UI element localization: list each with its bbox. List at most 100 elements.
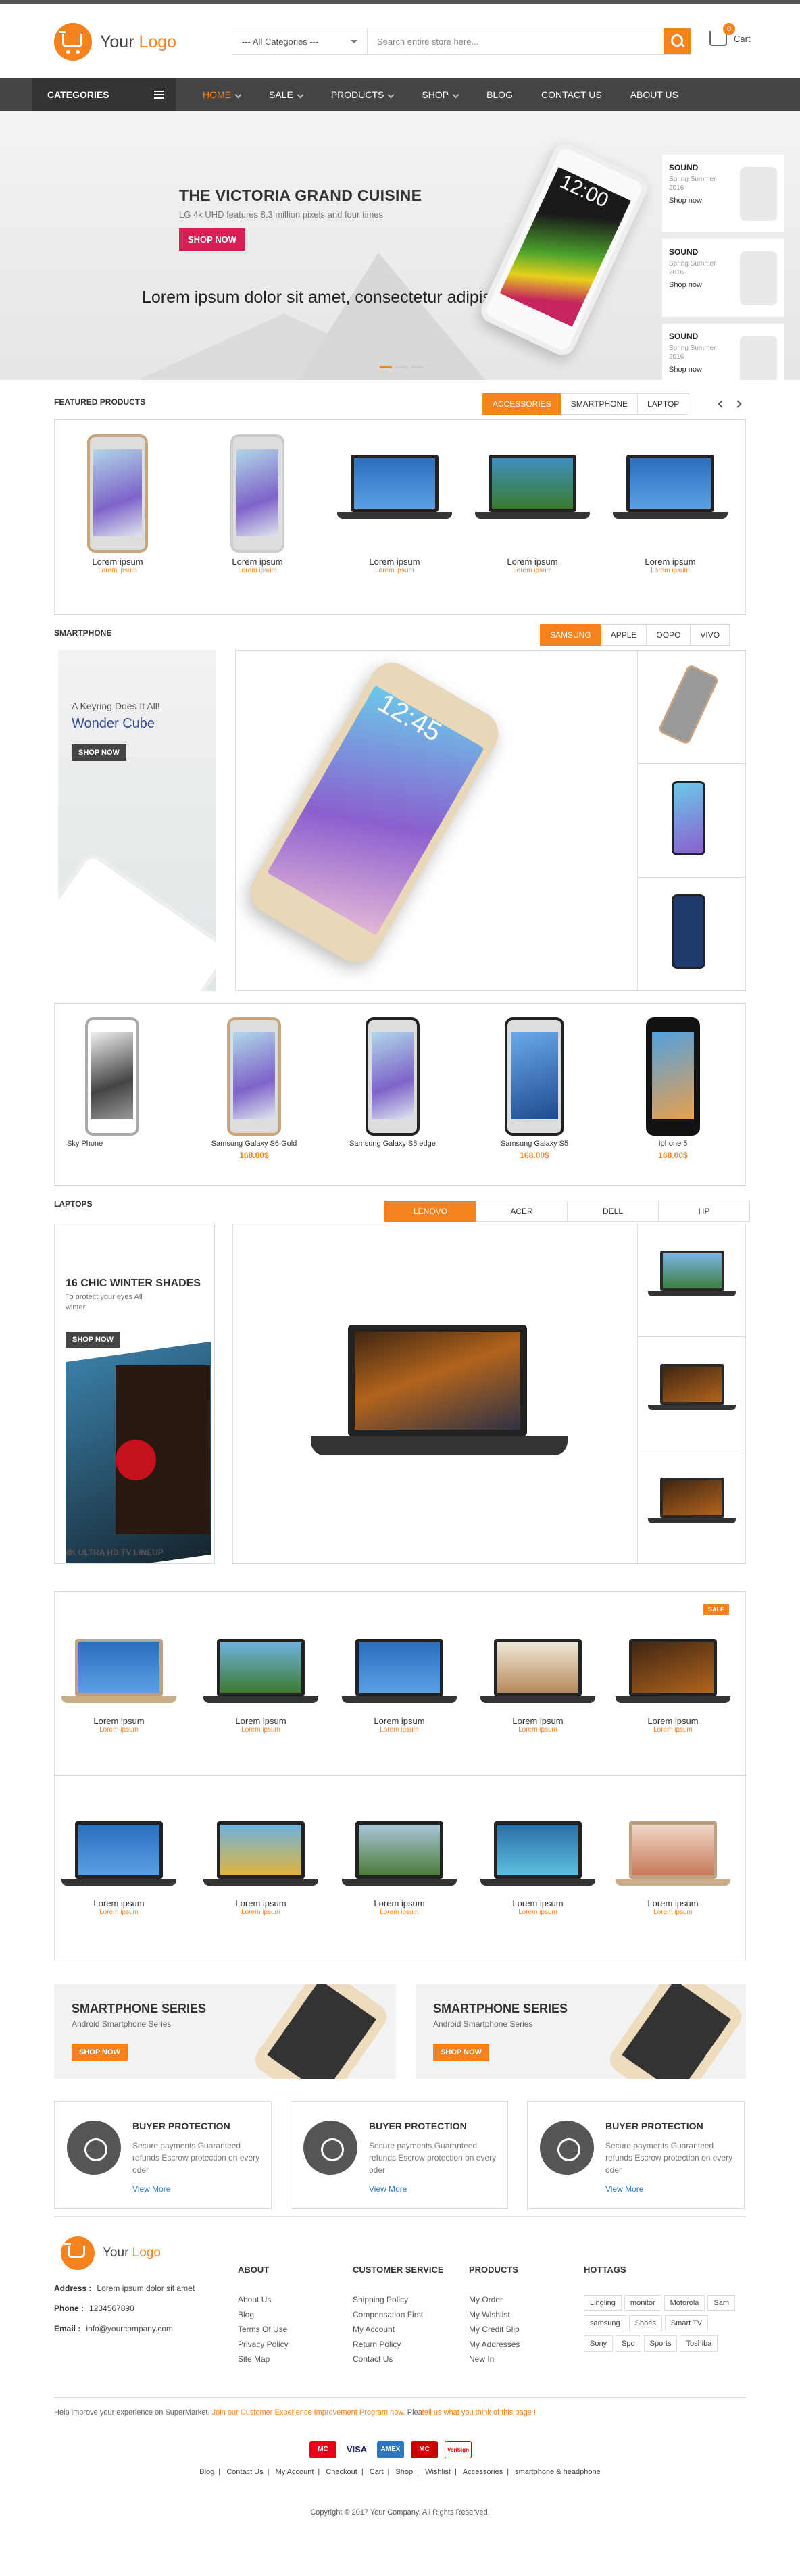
product-card[interactable]: Lorem ipsum Lorem ipsum [60, 434, 175, 574]
hero-shop-button[interactable]: SHOP NOW [179, 228, 245, 251]
tab-samsung[interactable]: SAMSUNG [540, 624, 601, 646]
footer-link[interactable]: About Us [238, 2295, 289, 2304]
bottom-link[interactable]: smartphone & headphone [515, 2468, 601, 2476]
banner-shop-button[interactable]: SHOP NOW [66, 1332, 120, 1348]
tab-oopo[interactable]: OOPO [646, 624, 691, 646]
bottom-link[interactable]: Cart [370, 2468, 384, 2476]
tab-hp[interactable]: HP [658, 1201, 750, 1222]
nav-home[interactable]: HOME [203, 89, 241, 100]
product-card[interactable]: Samsung Galaxy S6 edge [335, 1017, 450, 1148]
bottom-link[interactable]: Accessories [463, 2468, 503, 2476]
featured-laptop-image[interactable] [311, 1325, 568, 1480]
tag[interactable]: Spo [616, 2335, 641, 2352]
product-card[interactable]: Lorem ipsum Lorem ipsum [200, 434, 315, 574]
view-more-link[interactable]: View More [369, 2184, 407, 2194]
product-card[interactable]: Lorem ipsum Lorem ipsum [616, 1815, 730, 1916]
product-card[interactable]: Lorem ipsum Lorem ipsum [613, 448, 728, 574]
nav-about[interactable]: ABOUT US [630, 89, 678, 100]
side-ad[interactable]: SOUND Spring Summer 2016 Shop now [662, 239, 784, 317]
categories-menu[interactable]: CATEGORIES [32, 78, 176, 111]
tag[interactable]: Sports [643, 2335, 678, 2352]
tag[interactable]: Smart TV [664, 2315, 709, 2331]
side-ad[interactable]: SOUND Spring Summer 2016 Shop now [662, 155, 784, 232]
program-link[interactable]: Join our Customer Experience Improvement… [212, 2408, 405, 2417]
tag[interactable]: Sony [584, 2335, 614, 2352]
footer-link[interactable]: Compensation First [353, 2310, 444, 2319]
promo-banner[interactable]: SMARTPHONE SERIES Android Smartphone Ser… [54, 1984, 396, 2079]
phone-thumb[interactable] [637, 651, 745, 764]
footer-link[interactable]: Site Map [238, 2354, 289, 2364]
promo-banner[interactable]: SMARTPHONE SERIES Android Smartphone Ser… [416, 1984, 746, 2079]
wonder-cube-banner[interactable]: A Keyring Does It All! Wonder Cube SHOP … [58, 650, 216, 991]
winter-shades-banner[interactable]: 16 CHIC WINTER SHADES To protect your ey… [54, 1223, 215, 1564]
product-card[interactable]: Lorem ipsum Lorem ipsum [342, 1815, 457, 1916]
product-card[interactable]: Lorem ipsum Lorem ipsum [480, 1632, 595, 1734]
phone-thumb[interactable] [637, 878, 745, 991]
product-card[interactable]: Lorem ipsum Lorem ipsum [203, 1632, 318, 1734]
footer-logo[interactable]: Your Logo [61, 2236, 161, 2270]
category-select[interactable]: --- All Categories --- [232, 28, 368, 54]
side-ad[interactable]: SOUND Spring Summer 2016 Shop now [662, 324, 784, 380]
nav-blog[interactable]: BLOG [486, 89, 513, 100]
product-card[interactable]: Samsung Galaxy S6 Gold 168.00$ [197, 1017, 311, 1160]
next-arrow-icon[interactable] [730, 397, 746, 411]
tag[interactable]: Shoes [628, 2315, 662, 2331]
email[interactable]: info@yourcompany.com [86, 2324, 173, 2333]
product-card[interactable]: Lorem ipsum Lorem ipsum [616, 1632, 730, 1734]
tag[interactable]: Motorola [664, 2295, 705, 2311]
laptop-thumb[interactable] [637, 1337, 745, 1450]
banner-shop-button[interactable]: SHOP NOW [72, 744, 126, 761]
promo-shop-button[interactable]: SHOP NOW [72, 2044, 128, 2061]
footer-link[interactable]: Blog [238, 2310, 289, 2319]
tab-dell[interactable]: DELL [567, 1201, 659, 1222]
bottom-link[interactable]: My Account [276, 2468, 314, 2476]
nav-products[interactable]: PRODUCTS [331, 89, 394, 100]
footer-link[interactable]: Terms Of Use [238, 2325, 289, 2334]
footer-link[interactable]: New In [469, 2354, 520, 2364]
footer-link[interactable]: My Addresses [469, 2340, 520, 2349]
bottom-link[interactable]: Wishlist [425, 2468, 451, 2476]
bottom-link[interactable]: Checkout [326, 2468, 357, 2476]
tab-apple[interactable]: APPLE [600, 624, 647, 646]
footer-link[interactable]: Contact Us [353, 2354, 444, 2364]
product-card[interactable]: Samsung Galaxy S5 168.00$ [477, 1017, 592, 1160]
laptop-thumb[interactable] [637, 1450, 745, 1564]
search-input[interactable]: Search entire store here... [368, 28, 664, 54]
logo[interactable]: Your Logo [54, 23, 176, 61]
nav-sale[interactable]: SALE [269, 89, 303, 100]
laptop-thumb[interactable] [637, 1223, 745, 1337]
bottom-link[interactable]: Contact Us [226, 2468, 263, 2476]
tag[interactable]: Sam [707, 2295, 736, 2311]
featured-phone-image[interactable]: 12:45 [242, 654, 507, 971]
tab-accessories[interactable]: ACCESSORIES [482, 393, 561, 415]
tab-acer[interactable]: ACER [476, 1201, 568, 1222]
nav-shop[interactable]: SHOP [422, 89, 458, 100]
search-button[interactable] [664, 28, 691, 54]
prev-arrow-icon[interactable] [714, 397, 730, 411]
tab-vivo[interactable]: VIVO [690, 624, 730, 646]
product-card[interactable]: Lorem ipsum Lorem ipsum [203, 1815, 318, 1916]
feedback-link[interactable]: tell us what you think of this page ! [422, 2408, 536, 2417]
product-card[interactable]: Lorem ipsum Lorem ipsum [61, 1632, 176, 1734]
footer-link[interactable]: My Account [353, 2325, 444, 2334]
tab-smartphone[interactable]: SMARTPHONE [560, 393, 639, 415]
footer-link[interactable]: Return Policy [353, 2340, 444, 2349]
slider-dots[interactable] [380, 366, 426, 368]
view-more-link[interactable]: View More [132, 2184, 170, 2194]
promo-shop-button[interactable]: SHOP NOW [433, 2044, 489, 2061]
bottom-link[interactable]: Blog [199, 2468, 214, 2476]
tag[interactable]: Toshiba [680, 2335, 718, 2352]
nav-contact[interactable]: CONTACT US [541, 89, 602, 100]
product-card[interactable]: Lorem ipsum Lorem ipsum [337, 448, 452, 574]
bottom-link[interactable]: Shop [395, 2468, 413, 2476]
product-card[interactable]: Lorem ipsum Lorem ipsum [61, 1815, 176, 1916]
product-card[interactable]: Lorem ipsum Lorem ipsum [480, 1815, 595, 1916]
footer-link[interactable]: Shipping Policy [353, 2295, 444, 2304]
product-card[interactable]: Iphone 5 168.00$ [616, 1017, 730, 1160]
footer-link[interactable]: My Wishlist [469, 2310, 520, 2319]
phone-thumb[interactable] [637, 764, 745, 878]
tag[interactable]: samsung [584, 2315, 626, 2331]
product-card[interactable]: Sky Phone [55, 1017, 170, 1148]
product-card[interactable]: Lorem ipsum Lorem ipsum [342, 1632, 457, 1734]
footer-link[interactable]: Privacy Policy [238, 2340, 289, 2349]
